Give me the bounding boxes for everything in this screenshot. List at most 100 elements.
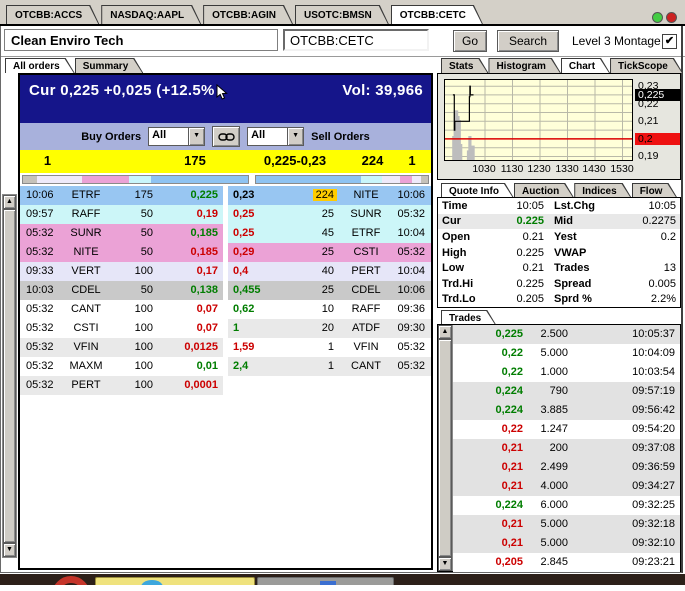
sell-size-cell: 1 [284, 357, 343, 376]
scroll-up-icon[interactable]: ▲ [3, 195, 16, 209]
order-book-row: 05:32 VFIN 100 0,0125 1,59 1 VFIN 05:32 [20, 338, 431, 357]
app-icon [141, 580, 163, 585]
buy-orders-filter-select[interactable]: All ▼ [148, 127, 206, 146]
scroll-down-icon[interactable]: ▼ [438, 557, 452, 571]
chevron-down-icon[interactable]: ▼ [287, 128, 304, 145]
sell-order[interactable]: 0,62 10 RAFF 09:36 [228, 300, 431, 319]
buy-order[interactable]: 05:32 MAXM 100 0,01 [20, 357, 223, 376]
analysis-tab-label: Chart [562, 59, 609, 73]
sell-order[interactable]: 1 20 ATDF 09:30 [228, 319, 431, 338]
sell-order[interactable]: 2,4 1 CANT 05:32 [228, 357, 431, 376]
trade-row: 0,21 2.499 09:36:59 [453, 458, 680, 477]
trade-row: 0,22 5.000 10:04:09 [453, 344, 680, 363]
buy-price: 0,07 [196, 303, 218, 315]
buy-order[interactable]: 10:06 ETRF 175 0,225 [20, 186, 223, 205]
montage-tab-label: Summary [76, 59, 143, 73]
sell-order[interactable]: 0,455 25 CDEL 10:06 [228, 281, 431, 300]
analysis-tab[interactable]: Stats [441, 58, 488, 73]
quote-label: Trades [554, 262, 590, 275]
quote-value: 2.2% [650, 293, 676, 306]
buy-order[interactable]: 09:57 RAFF 50 0,19 [20, 205, 223, 224]
buy-order[interactable]: 05:32 VFIN 100 0,0125 [20, 338, 223, 357]
sell-order[interactable]: 0,25 45 ETRF 10:04 [228, 224, 431, 243]
buy-order[interactable]: 05:32 NITE 50 0,185 [20, 243, 223, 262]
sell-price: 0,455 [233, 284, 261, 296]
quote-tab[interactable]: Quote Info [441, 183, 514, 198]
sell-order[interactable]: 1,59 1 VFIN 05:32 [228, 338, 431, 357]
sell-time: 05:32 [397, 360, 425, 372]
quote-label: Yest [554, 230, 577, 243]
taskbar [0, 574, 685, 585]
taskbar-window-button-1[interactable] [95, 577, 255, 585]
trade-size: 2.500 [540, 328, 568, 340]
trade-price: 0,22 [501, 423, 523, 435]
buy-time: 09:57 [26, 208, 54, 220]
trade-row: 0,21 5.000 09:32:18 [453, 515, 680, 534]
quote-tab[interactable]: Auction [514, 183, 574, 198]
analysis-tab[interactable]: Histogram [488, 58, 560, 73]
sell-size [331, 379, 337, 391]
scrollbar-thumb[interactable] [3, 209, 16, 543]
order-book-scrollbar[interactable]: ▲ ▼ [2, 194, 17, 558]
quote-label: VWAP [554, 246, 587, 259]
buy-order[interactable]: 05:32 SUNR 50 0,185 [20, 224, 223, 243]
sell-market-maker: PERT [351, 265, 381, 277]
buy-order[interactable]: 05:32 CANT 100 0,07 [20, 300, 223, 319]
y-axis-tick-label: 0,225 [635, 89, 680, 101]
taskbar-window-button-2[interactable] [257, 577, 394, 585]
buy-order[interactable]: 05:32 PERT 100 0,0001 [20, 376, 223, 395]
sell-order[interactable]: 0,23 224 NITE 10:06 [228, 186, 431, 205]
sell-order[interactable]: 0,4 40 PERT 10:04 [228, 262, 431, 281]
buy-market-maker: NITE [73, 246, 99, 258]
sell-order[interactable]: 0,29 25 CSTI 05:32 [228, 243, 431, 262]
depth-segment [151, 176, 248, 183]
browser-logo-icon[interactable] [52, 576, 90, 585]
quote-tab[interactable]: Indices [574, 183, 631, 198]
buy-order[interactable]: 09:33 VERT 100 0,17 [20, 262, 223, 281]
symbol-input[interactable] [283, 29, 429, 51]
symbol-tab[interactable]: OTCBB:CETC [391, 5, 483, 24]
sell-price: 0,25 [233, 208, 255, 220]
analysis-tab-label: TickScope [611, 59, 682, 73]
montage-tab[interactable]: All orders [5, 58, 75, 73]
symbol-tab[interactable]: OTCBB:AGIN [203, 5, 293, 24]
symbol-tab[interactable]: OTCBB:ACCS [6, 5, 99, 24]
symbol-tab[interactable]: USOTC:BMSN [295, 5, 389, 24]
symbol-tab[interactable]: NASDAQ:AAPL [101, 5, 201, 24]
level3-montage-checkbox[interactable]: ✔ [662, 34, 677, 49]
depth-segment [128, 176, 152, 183]
trade-size: 5.000 [540, 518, 568, 530]
buy-size: 100 [134, 265, 153, 277]
buy-order[interactable]: 05:32 CSTI 100 0,07 [20, 319, 223, 338]
buy-size: 50 [140, 208, 153, 220]
montage-tab[interactable]: Summary [75, 58, 144, 73]
sell-market-maker: CANT [351, 360, 381, 372]
sell-orders-filter-select[interactable]: All ▼ [247, 127, 305, 146]
chevron-down-icon[interactable]: ▼ [188, 128, 205, 145]
trades-tab[interactable]: Trades [441, 310, 496, 325]
trade-row: 0,21 5.000 09:32:10 [453, 534, 680, 553]
search-button[interactable]: Search [497, 30, 559, 52]
trade-row: 0,224 3.885 09:56:42 [453, 401, 680, 420]
scrollbar-thumb[interactable] [438, 339, 452, 557]
sell-order[interactable] [228, 376, 431, 395]
trade-price: 0,21 [501, 518, 523, 530]
link-filters-button[interactable] [212, 126, 241, 147]
buy-order[interactable]: 10:03 CDEL 50 0,138 [20, 281, 223, 300]
sell-order[interactable]: 0,25 25 SUNR 05:32 [228, 205, 431, 224]
chart-y-axis: 0,23 0,22 0,21 0,19 0,225 0,2 [635, 79, 680, 174]
trade-price: 0,225 [495, 328, 523, 340]
go-button[interactable]: Go [453, 30, 487, 52]
sell-size: 25 [321, 284, 334, 296]
scroll-up-icon[interactable]: ▲ [438, 325, 452, 339]
quote-value: 0.225 [516, 246, 544, 259]
order-book-row: 05:32 PERT 100 0,0001 [20, 376, 431, 395]
sell-time: 05:32 [397, 246, 425, 258]
analysis-tab[interactable]: TickScope [610, 58, 683, 73]
buy-market-maker: VERT [71, 265, 101, 277]
scroll-down-icon[interactable]: ▼ [3, 543, 16, 557]
quote-tab[interactable]: Flow [632, 183, 678, 198]
analysis-tab[interactable]: Chart [561, 58, 610, 73]
trade-size: 2.499 [540, 461, 568, 473]
trades-scrollbar[interactable]: ▲ ▼ [438, 325, 453, 571]
